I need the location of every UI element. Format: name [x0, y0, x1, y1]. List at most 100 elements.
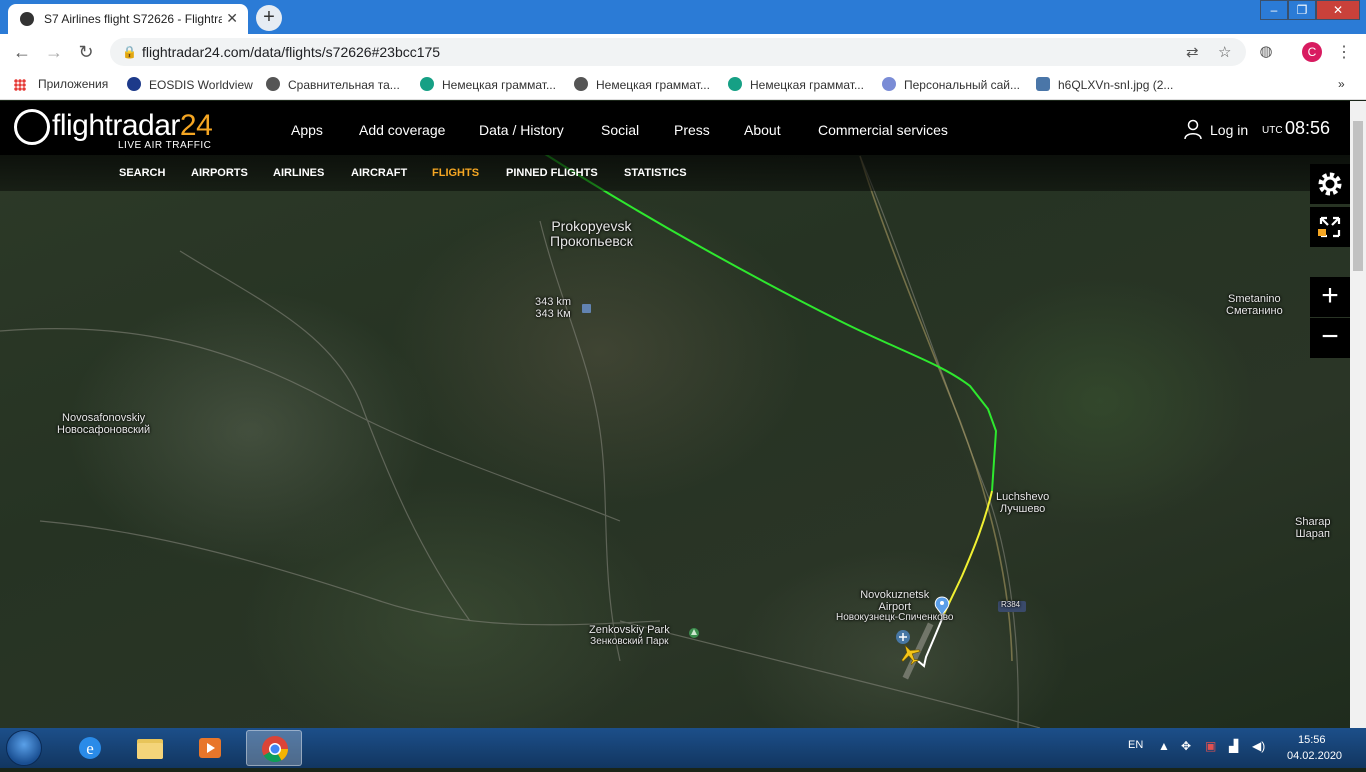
- map-road: [539, 220, 621, 662]
- town-label-novosafonovskiy: Novosafonovskiy Новосафоновский: [57, 412, 151, 436]
- nav-add-coverage[interactable]: Add coverage: [359, 122, 445, 138]
- taskbar-internet-explorer[interactable]: e: [62, 730, 118, 766]
- show-hidden-icons[interactable]: ▲: [1158, 739, 1170, 753]
- bookmark-star-icon[interactable]: ☆: [1218, 43, 1231, 61]
- close-window-button[interactable]: ✕: [1316, 0, 1360, 20]
- zoom-in-button[interactable]: +: [1310, 277, 1350, 317]
- bookmark-personal-site[interactable]: Персональный сай...: [882, 77, 1020, 92]
- nasa-icon: [127, 77, 141, 91]
- tab-close-icon[interactable]: ✕: [226, 10, 238, 27]
- scrollbar-thumb[interactable]: [1353, 121, 1363, 271]
- flight-track-cruise: [544, 153, 998, 492]
- park-label-zenkovskiy: Zenkovskiy Park Зенковский Парк: [589, 624, 670, 647]
- clock-time[interactable]: 15:56: [1298, 734, 1326, 746]
- browser-tabstrip: S7 Airlines flight S72626 - Flightradar2…: [0, 0, 1366, 34]
- forward-icon[interactable]: →: [42, 40, 66, 64]
- taskbar-media-player[interactable]: [182, 730, 238, 766]
- town-label-smetanino: Smetanino Сметанино: [1226, 293, 1283, 317]
- gear-icon: [1318, 172, 1342, 196]
- globe-icon: [574, 77, 588, 91]
- subnav-search[interactable]: SEARCH: [119, 167, 165, 179]
- browser-toolbar: ← → ↻ 🔒 flightradar24.com/data/flights/s…: [0, 34, 1366, 70]
- radar-logo-icon: [14, 109, 50, 145]
- back-icon[interactable]: ←: [10, 40, 34, 64]
- user-icon[interactable]: [1184, 119, 1202, 139]
- taskbar-chrome[interactable]: [246, 730, 302, 766]
- flightradar-page: Prokopyevsk Прокопьевск 343 km 343 Км No…: [0, 101, 1350, 728]
- dropbox-icon[interactable]: ✥: [1181, 739, 1191, 753]
- subnav-aircraft[interactable]: AIRCRAFT: [351, 167, 407, 179]
- browser-menu-icon[interactable]: ⋮: [1336, 42, 1352, 62]
- translate-icon[interactable]: ⇄: [1186, 43, 1199, 61]
- town-label-sharap: Sharap Шарап: [1295, 516, 1331, 540]
- taskbar-explorer[interactable]: [122, 730, 178, 766]
- bookmark-eosdis[interactable]: EOSDIS Worldview: [127, 77, 253, 92]
- new-tab-button[interactable]: +: [256, 5, 282, 31]
- url-text[interactable]: flightradar24.com/data/flights/s72626#23…: [142, 44, 440, 60]
- map-highway: [859, 155, 1013, 662]
- fullscreen-button[interactable]: [1310, 207, 1350, 247]
- start-button[interactable]: [6, 730, 42, 766]
- network-icon[interactable]: ▟: [1229, 739, 1238, 753]
- subnav-airlines[interactable]: AIRLINES: [273, 167, 324, 179]
- subnav-pinned-flights[interactable]: PINNED FLIGHTS: [506, 167, 598, 179]
- road-label-r384: R384: [1001, 600, 1021, 609]
- zoom-out-button[interactable]: −: [1310, 318, 1350, 358]
- apps-grid-icon: [14, 79, 26, 91]
- ie-icon: e: [79, 737, 101, 759]
- svg-text:e: e: [86, 739, 94, 758]
- nav-about[interactable]: About: [744, 122, 781, 138]
- shield-icon: [882, 77, 896, 91]
- city-label-prokopyevsk: Prokopyevsk Прокопьевск: [550, 218, 633, 249]
- address-bar[interactable]: 🔒 flightradar24.com/data/flights/s72626#…: [110, 38, 1246, 66]
- subnav-statistics[interactable]: STATISTICS: [624, 167, 687, 179]
- station-label-343km: 343 km 343 Км: [535, 296, 572, 320]
- nav-data-history[interactable]: Data / History: [479, 122, 564, 138]
- nav-press[interactable]: Press: [674, 122, 710, 138]
- minus-icon: −: [1321, 320, 1339, 353]
- plus-icon: +: [1321, 279, 1339, 312]
- bookmarks-bar: Приложения EOSDIS Worldview Сравнительна…: [0, 70, 1366, 100]
- airport-label-novokuznetsk[interactable]: Novokuznetsk Airport Новокузнецк-Спиченк…: [836, 589, 953, 624]
- nav-social[interactable]: Social: [601, 122, 639, 138]
- map-road: [619, 620, 1041, 728]
- map-canvas[interactable]: [0, 101, 1350, 728]
- settings-button[interactable]: [1310, 164, 1350, 204]
- browser-tab[interactable]: S7 Airlines flight S72626 - Flightradar2…: [8, 4, 248, 34]
- bookmark-comparative[interactable]: Сравнительная та...: [266, 77, 400, 92]
- park-icon: [689, 628, 699, 638]
- airport-symbol-icon: [896, 630, 910, 644]
- logo-tagline: LIVE AIR TRAFFIC: [118, 140, 212, 151]
- site-icon: [420, 77, 434, 91]
- windows-taskbar: e EN ▲ ✥ ▣ ▟ ◀) 15:56 04.02.2020: [0, 728, 1366, 768]
- bookmarks-overflow-icon[interactable]: »: [1338, 77, 1345, 91]
- bookmark-german-2[interactable]: Немецкая граммат...: [574, 77, 710, 92]
- reload-icon[interactable]: ↻: [74, 40, 98, 64]
- bookmark-apps[interactable]: Приложения: [38, 77, 108, 91]
- volume-icon[interactable]: ◀): [1252, 739, 1265, 753]
- page-scrollbar[interactable]: [1350, 101, 1366, 728]
- sub-navigation: SEARCH AIRPORTS AIRLINES AIRCRAFT FLIGHT…: [0, 155, 1350, 191]
- minimize-button[interactable]: –: [1260, 0, 1288, 20]
- flightradar-favicon-icon: [20, 12, 34, 26]
- extension-globe-icon[interactable]: ◍: [1254, 40, 1278, 64]
- utc-label: UTC: [1262, 125, 1283, 136]
- bookmark-german-3[interactable]: Немецкая граммат...: [728, 77, 864, 92]
- site-icon: [728, 77, 742, 91]
- login-link[interactable]: Log in: [1210, 122, 1248, 138]
- site-logo[interactable]: flightradar24: [52, 109, 213, 143]
- bookmark-german-1[interactable]: Немецкая граммат...: [420, 77, 556, 92]
- security-icon[interactable]: ▣: [1205, 739, 1216, 753]
- subnav-airports[interactable]: AIRPORTS: [191, 167, 248, 179]
- expand-icon: [1318, 216, 1341, 238]
- nav-apps[interactable]: Apps: [291, 122, 323, 138]
- profile-avatar[interactable]: C: [1302, 42, 1322, 62]
- lock-icon: 🔒: [122, 45, 137, 59]
- maximize-button[interactable]: ❐: [1288, 0, 1316, 20]
- language-indicator[interactable]: EN: [1128, 739, 1143, 751]
- nav-commercial-services[interactable]: Commercial services: [818, 122, 948, 138]
- clock-date[interactable]: 04.02.2020: [1287, 750, 1342, 762]
- bookmark-vk-image[interactable]: h6QLXVn-snI.jpg (2...: [1036, 77, 1173, 92]
- subnav-flights[interactable]: FLIGHTS: [432, 167, 479, 179]
- map-road: [179, 250, 471, 622]
